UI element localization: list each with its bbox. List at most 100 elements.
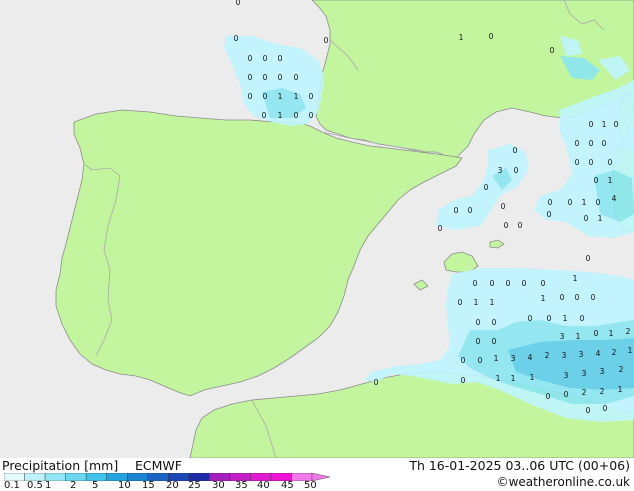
precip-value-label: 2: [545, 351, 550, 360]
precip-value-label: 0: [594, 176, 599, 185]
precip-value-label: 0: [589, 139, 594, 148]
precip-value-label: 3: [560, 332, 565, 341]
colorbar-tick-label: 20: [166, 480, 179, 491]
precip-value-label: 0: [374, 378, 379, 387]
precip-value-label: 3: [498, 166, 503, 175]
precip-value-label: 1: [294, 92, 299, 101]
precip-value-label: 0: [309, 111, 314, 120]
precip-value-label: 3: [564, 371, 569, 380]
precip-value-label: 0: [586, 406, 591, 415]
precip-value-label: 1: [609, 329, 614, 338]
legend-footer: Precipitation [mm] ECMWF Th 16-01-2025 0…: [0, 458, 634, 491]
precip-value-label: 0: [514, 166, 519, 175]
colorbar-tick-label: 1: [45, 480, 52, 491]
precip-value-label: 1: [582, 198, 587, 207]
precip-value-label: 0: [476, 318, 481, 327]
precip-value-label: 0: [541, 279, 546, 288]
precip-value-label: 0: [575, 139, 580, 148]
precip-value-label: 2: [619, 365, 624, 374]
precip-value-label: 0: [490, 279, 495, 288]
precip-value-label: 4: [596, 349, 601, 358]
colorbar-tick-label: 10: [118, 480, 131, 491]
precip-value-label: 0: [478, 356, 483, 365]
precip-value-label: 0: [454, 206, 459, 215]
precip-value-label: 1: [602, 120, 607, 129]
precip-value-label: 0: [518, 221, 523, 230]
precip-value-label: 0: [484, 183, 489, 192]
precip-value-label: 1: [598, 214, 603, 223]
precip-value-label: 1: [541, 294, 546, 303]
precip-value-label: 0: [580, 314, 585, 323]
precip-value-label: 0: [603, 404, 608, 413]
precip-value-label: 0: [575, 293, 580, 302]
precip-value-label: 2: [582, 388, 587, 397]
precip-value-label: 0: [522, 279, 527, 288]
precip-value-label: 3: [600, 367, 605, 376]
colorbar-ticks: 0.1 0.5 1 2 5 10 15 20 25 30 35 40 45 50: [0, 480, 340, 491]
precipitation-map: 00 0 00 0 0 00 0 1 1 00 1 0 00 1 0000 1 00 0 00 0 00 10 0 1 0 40 0…: [0, 0, 634, 458]
precip-value-label: 1: [573, 274, 578, 283]
colorbar-tick-label: 15: [142, 480, 155, 491]
precip-value-label: 0: [461, 376, 466, 385]
precip-value-label: 0: [234, 34, 239, 43]
precip-value-label: 2: [612, 348, 617, 357]
colorbar-tick-label: 30: [212, 480, 225, 491]
precip-value-label: 0: [458, 298, 463, 307]
precip-value-label: 0: [568, 198, 573, 207]
precip-value-label: 1: [618, 385, 623, 394]
precip-value-label: 0: [324, 36, 329, 45]
precip-value-label: 2: [600, 387, 605, 396]
precip-value-label: 0: [560, 293, 565, 302]
precip-value-label: 1: [608, 176, 613, 185]
precip-value-label: 1: [628, 346, 633, 355]
precip-value-label: 0: [589, 120, 594, 129]
precip-value-label: 1: [474, 298, 479, 307]
precip-value-label: 0: [594, 329, 599, 338]
colorbar-tick-label: 40: [257, 480, 270, 491]
colorbar-tick-label: 2: [70, 480, 77, 491]
legend-title: Precipitation [mm]: [2, 458, 119, 473]
precip-value-label: 0: [575, 158, 580, 167]
precip-value-label: 0: [473, 279, 478, 288]
precip-value-label: 0: [263, 73, 268, 82]
precip-value-label: 0: [294, 73, 299, 82]
precip-value-label: 0: [236, 0, 241, 7]
precip-value-label: 0: [263, 92, 268, 101]
precip-value-label: 0: [589, 158, 594, 167]
precip-value-label: 2: [626, 327, 631, 336]
precip-value-label: 0: [547, 210, 552, 219]
legend-model: ECMWF: [135, 458, 182, 473]
precip-value-label: 0: [278, 54, 283, 63]
precip-value-label: 0: [596, 198, 601, 207]
precip-value-label: 0: [548, 198, 553, 207]
precip-value-label: 0: [492, 318, 497, 327]
precip-value-label: 0: [528, 314, 533, 323]
precip-value-label: 1: [530, 373, 535, 382]
precip-value-label: 0: [468, 206, 473, 215]
precip-value-label: 0: [506, 279, 511, 288]
precip-value-label: 3: [582, 369, 587, 378]
precip-value-label: 0: [476, 337, 481, 346]
precip-value-label: 0: [614, 120, 619, 129]
precip-value-label: 3: [562, 351, 567, 360]
precip-value-label: 1: [278, 92, 283, 101]
precip-value-label: 0: [438, 224, 443, 233]
colorbar-tick-label: 25: [188, 480, 201, 491]
precip-value-label: 4: [612, 194, 617, 203]
precip-value-label: 1: [576, 332, 581, 341]
precip-value-label: 0: [602, 139, 607, 148]
precip-value-label: 1: [490, 298, 495, 307]
credit-text[interactable]: ©weatheronline.co.uk: [497, 475, 630, 489]
precip-value-label: 0: [278, 73, 283, 82]
precip-value-label: 1: [511, 374, 516, 383]
precip-value-label: 0: [489, 32, 494, 41]
precip-value-label: 0: [248, 54, 253, 63]
precip-value-label: 0: [461, 356, 466, 365]
precip-value-label: 0: [294, 111, 299, 120]
colorbar-tick-label: 0.1: [4, 480, 20, 491]
precip-value-label: 0: [492, 337, 497, 346]
precip-value-label: 0: [248, 92, 253, 101]
precip-value-label: 0: [591, 293, 596, 302]
precip-value-label: 0: [584, 214, 589, 223]
precip-value-label: 0: [586, 254, 591, 263]
